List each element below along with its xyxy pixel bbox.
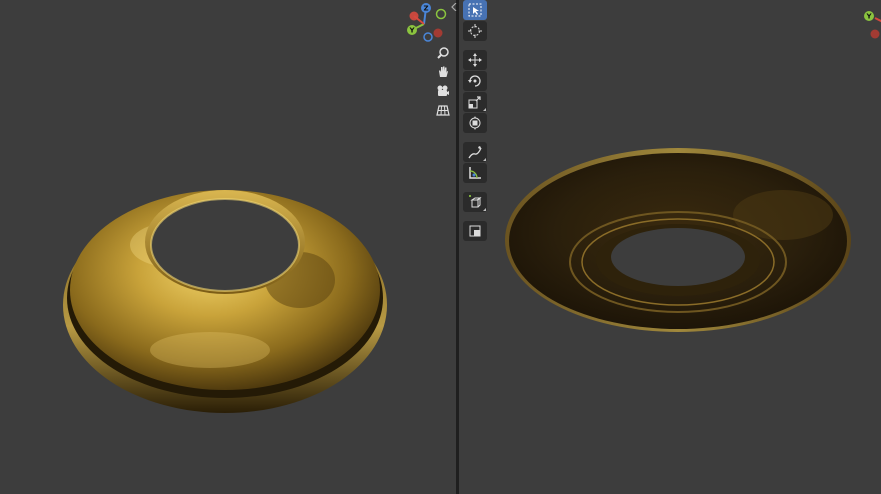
gold-ring-object[interactable] bbox=[60, 160, 395, 420]
cube-add-icon bbox=[469, 195, 482, 208]
navigation-gizmo-left[interactable]: Z Y bbox=[404, 2, 452, 44]
annotate-tool[interactable] bbox=[463, 142, 487, 162]
axis-x-icon bbox=[409, 11, 419, 21]
collapse-arrow-icon[interactable] bbox=[451, 3, 457, 11]
move-tool[interactable] bbox=[463, 50, 487, 70]
cursor-tool[interactable] bbox=[463, 21, 487, 41]
axis-neg-z-icon bbox=[423, 32, 433, 42]
transform-icon bbox=[469, 116, 481, 130]
pencil-icon bbox=[468, 146, 482, 159]
transform-tool[interactable] bbox=[463, 113, 487, 133]
ruler-icon bbox=[469, 167, 481, 179]
viewport-right[interactable]: Y bbox=[459, 0, 881, 494]
crosshair-icon bbox=[468, 24, 482, 38]
scale-tool[interactable] bbox=[463, 92, 487, 112]
rotate-icon bbox=[468, 75, 481, 87]
rotate-tool[interactable] bbox=[463, 71, 487, 91]
axis-y-label: Y bbox=[408, 27, 415, 35]
axis-neg-x-icon bbox=[870, 29, 880, 39]
camera-icon[interactable] bbox=[434, 82, 452, 100]
axis-neg-x-icon bbox=[433, 28, 443, 38]
axis-y-label: Y bbox=[865, 13, 872, 21]
navigation-gizmo-right[interactable]: Y bbox=[861, 4, 881, 42]
move-arrows-icon bbox=[468, 53, 482, 67]
cursor-arrow-icon bbox=[468, 3, 482, 17]
dark-ring-object[interactable] bbox=[503, 145, 853, 335]
axis-z-label: Z bbox=[423, 5, 428, 13]
grid-ortho-icon[interactable] bbox=[434, 101, 452, 119]
viewport-left[interactable]: Z Y bbox=[0, 0, 456, 494]
viewport-navigation bbox=[434, 44, 454, 120]
hand-pan-icon[interactable] bbox=[434, 63, 452, 81]
scale-icon bbox=[468, 96, 481, 109]
extrude-tool[interactable] bbox=[463, 221, 487, 241]
extrude-icon bbox=[469, 225, 481, 237]
select-box-tool[interactable] bbox=[463, 0, 487, 20]
measure-tool[interactable] bbox=[463, 163, 487, 183]
tool-shelf bbox=[462, 0, 488, 242]
zoom-icon[interactable] bbox=[434, 44, 452, 62]
axis-neg-y-icon bbox=[435, 8, 447, 20]
add-cube-tool[interactable] bbox=[463, 192, 487, 212]
